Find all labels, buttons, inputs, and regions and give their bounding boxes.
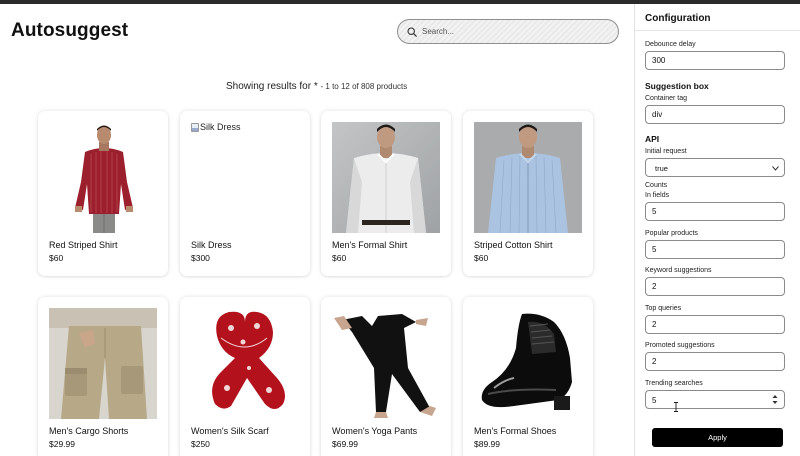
product-image-yoga-pants[interactable]: [332, 308, 440, 419]
product-price: $300: [191, 253, 210, 263]
trending-searches-label: Trending searches: [645, 380, 703, 387]
product-card[interactable]: Women's Silk Scarf $250: [180, 297, 310, 456]
top-queries-label: Top queries: [645, 305, 682, 312]
product-card[interactable]: Men's Formal Shoes $89.99: [463, 297, 593, 456]
in-fields-label: In fields: [645, 192, 670, 199]
results-prefix: Showing results for: [226, 81, 312, 92]
debounce-delay-input[interactable]: [645, 51, 785, 70]
initial-request-label: Initial request: [645, 148, 687, 155]
product-price: $60: [49, 253, 64, 263]
chevron-down-icon: [772, 166, 779, 171]
product-card[interactable]: Striped Cotton Shirt $60: [463, 111, 593, 276]
product-name[interactable]: Men's Formal Shirt: [332, 240, 407, 250]
product-name[interactable]: Striped Cotton Shirt: [474, 240, 553, 250]
product-image-white-shirt[interactable]: [332, 122, 440, 233]
results-query: *: [313, 81, 318, 92]
product-card[interactable]: Women's Yoga Pants $69.99: [321, 297, 451, 456]
configuration-panel: Configuration Debounce delay Suggestion …: [634, 4, 800, 456]
product-card[interactable]: Men's Cargo Shorts $29.99: [38, 297, 168, 456]
product-name[interactable]: Red Striped Shirt: [49, 240, 118, 250]
top-queries-input[interactable]: [645, 315, 785, 334]
product-image-broken[interactable]: Silk Dress: [191, 122, 241, 132]
apply-button[interactable]: Apply: [652, 428, 783, 447]
product-price: $89.99: [474, 439, 500, 449]
spinner-arrows-icon[interactable]: [772, 394, 778, 405]
image-alt-text: Silk Dress: [200, 122, 241, 132]
trending-searches-value: 5: [652, 396, 657, 405]
product-price: $69.99: [332, 439, 358, 449]
product-image-silk-scarf[interactable]: [191, 308, 299, 419]
search-icon: [407, 26, 417, 37]
product-name[interactable]: Men's Cargo Shorts: [49, 426, 128, 436]
product-card[interactable]: Red Striped Shirt $60: [38, 111, 168, 276]
product-name[interactable]: Women's Silk Scarf: [191, 426, 269, 436]
page-title: Autosuggest: [11, 20, 129, 41]
keyword-suggestions-label: Keyword suggestions: [645, 267, 712, 274]
debounce-delay-label: Debounce delay: [645, 41, 696, 48]
text-cursor-icon: [674, 402, 678, 412]
product-name[interactable]: Women's Yoga Pants: [332, 426, 417, 436]
search-box[interactable]: [397, 19, 619, 44]
results-summary: Showing results for * - 1 to 12 of 808 p…: [226, 81, 407, 92]
product-name[interactable]: Silk Dress: [191, 240, 232, 250]
product-image-red-shirt[interactable]: [49, 122, 157, 233]
popular-products-input[interactable]: [645, 240, 785, 259]
broken-image-icon: [191, 122, 199, 132]
suggestion-box-heading: Suggestion box: [645, 81, 709, 91]
product-image-formal-shoes[interactable]: [474, 308, 582, 419]
results-range: - 1 to 12 of 808 products: [320, 82, 408, 91]
in-fields-input[interactable]: [645, 202, 785, 221]
product-price: $60: [332, 253, 347, 263]
product-price: $60: [474, 253, 489, 263]
search-input[interactable]: [422, 27, 602, 36]
promoted-suggestions-label: Promoted suggestions: [645, 342, 715, 349]
counts-label: Counts: [645, 182, 668, 189]
popular-products-label: Popular products: [645, 230, 698, 237]
main-content: Autosuggest Showing results for * - 1 to…: [0, 4, 634, 456]
container-tag-label: Container tag: [645, 95, 688, 102]
panel-header: Configuration: [635, 4, 800, 31]
product-card[interactable]: Men's Formal Shirt $60: [321, 111, 451, 276]
initial-request-value: true: [655, 164, 668, 173]
api-heading: API: [645, 134, 660, 144]
promoted-suggestions-input[interactable]: [645, 352, 785, 371]
product-card[interactable]: Silk Dress Silk Dress $300: [180, 111, 310, 276]
container-tag-input[interactable]: [645, 105, 785, 124]
initial-request-select[interactable]: true: [645, 158, 785, 177]
product-name[interactable]: Men's Formal Shoes: [474, 426, 556, 436]
product-price: $250: [191, 439, 210, 449]
product-image-blue-shirt[interactable]: [474, 122, 582, 233]
panel-title: Configuration: [645, 13, 711, 24]
product-price: $29.99: [49, 439, 75, 449]
keyword-suggestions-input[interactable]: [645, 277, 785, 296]
trending-searches-input[interactable]: 5: [645, 390, 785, 409]
product-image-cargo-shorts[interactable]: [49, 308, 157, 419]
